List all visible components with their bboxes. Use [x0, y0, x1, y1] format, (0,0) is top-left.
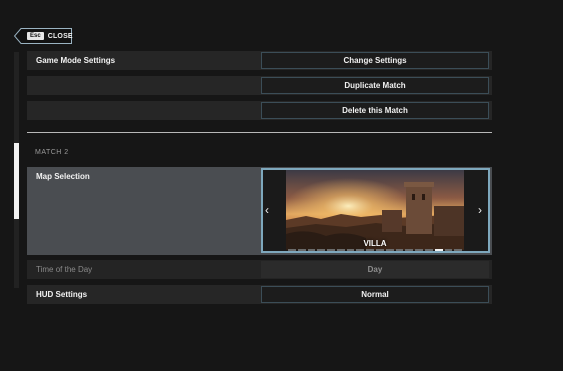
section-divider	[27, 132, 492, 133]
map-page-dot[interactable]	[327, 249, 335, 251]
map-page-dot[interactable]	[356, 249, 365, 251]
duplicate-match-button[interactable]: Duplicate Match	[261, 77, 489, 94]
delete-match-button[interactable]: Delete this Match	[261, 102, 489, 119]
scrollbar-thumb[interactable]	[14, 143, 19, 219]
map-page-dot[interactable]	[385, 249, 394, 251]
change-settings-button[interactable]: Change Settings	[261, 52, 489, 69]
map-page-dot[interactable]	[346, 249, 355, 251]
map-page-dot[interactable]	[424, 249, 433, 251]
map-page-dot[interactable]	[434, 249, 443, 251]
map-page-dot[interactable]	[317, 249, 326, 251]
hud-settings-label: HUD Settings	[36, 290, 88, 299]
map-preview-image	[286, 170, 464, 250]
map-page-dot[interactable]	[336, 249, 345, 251]
map-page-dot[interactable]	[376, 249, 384, 251]
map-page-dot[interactable]	[454, 249, 463, 251]
close-button[interactable]: Esc CLOSE	[14, 28, 73, 44]
game-mode-settings-label: Game Mode Settings	[36, 56, 116, 65]
map-page-dot[interactable]	[307, 249, 316, 251]
time-of-day-value: Day	[261, 261, 489, 278]
map-page-dot[interactable]	[405, 249, 414, 251]
map-page-dot[interactable]	[395, 249, 404, 251]
map-page-dot[interactable]	[288, 249, 296, 251]
esc-key-icon: Esc	[27, 32, 44, 40]
close-label: CLOSE	[47, 32, 73, 40]
map-page-indicator	[286, 249, 464, 252]
map-page-dot[interactable]	[297, 249, 306, 251]
map-page-dot[interactable]	[415, 249, 423, 251]
map-page-dot[interactable]	[444, 249, 453, 251]
chevron-left-icon[interactable]: ‹	[265, 203, 269, 217]
chevron-right-icon[interactable]: ›	[478, 203, 482, 217]
map-selection-label: Map Selection	[36, 172, 90, 181]
map-page-dot[interactable]	[366, 249, 375, 251]
match-section-title: MATCH 2	[35, 149, 69, 156]
map-name-label: VILLA	[363, 239, 387, 248]
time-of-day-label: Time of the Day	[36, 265, 93, 274]
hud-settings-button[interactable]: Normal	[261, 286, 489, 303]
